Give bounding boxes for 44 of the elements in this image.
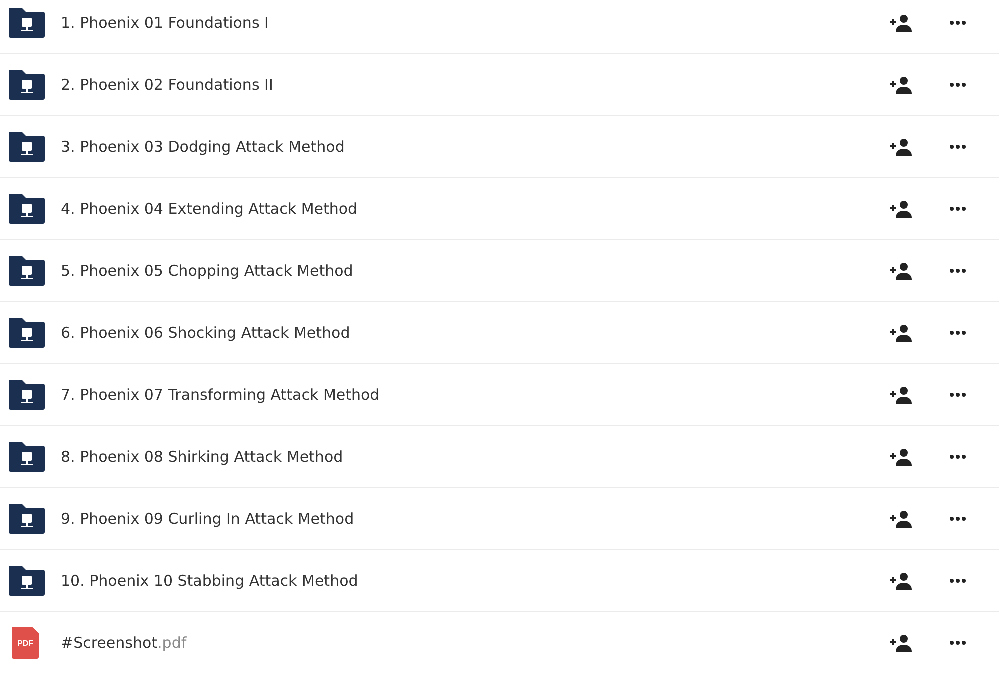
file-name[interactable]: 6. Phoenix 06 Shocking Attack Method <box>61 324 886 342</box>
file-name[interactable]: 2. Phoenix 02 Foundations II <box>61 76 886 94</box>
more-icon <box>950 578 966 582</box>
more-icon <box>950 82 966 86</box>
add-person-icon <box>890 510 912 528</box>
add-person-icon <box>890 572 912 590</box>
more-icon <box>950 516 966 520</box>
file-name[interactable]: 7. Phoenix 07 Transforming Attack Method <box>61 386 886 404</box>
network-folder-icon <box>9 70 45 100</box>
add-person-icon <box>890 324 912 342</box>
network-folder-icon <box>9 318 45 348</box>
file-name[interactable]: 1. Phoenix 01 Foundations I <box>61 14 886 32</box>
more-icon <box>950 144 966 148</box>
more-icon <box>950 392 966 396</box>
file-name[interactable]: 10. Phoenix 10 Stabbing Attack Method <box>61 572 886 590</box>
network-folder-icon <box>9 8 45 38</box>
network-folder-icon <box>9 504 45 534</box>
add-person-icon <box>890 634 912 652</box>
add-person-icon <box>890 448 912 466</box>
file-name[interactable]: 3. Phoenix 03 Dodging Attack Method <box>61 138 886 156</box>
add-person-icon <box>890 14 912 32</box>
network-folder-icon <box>9 256 45 286</box>
file-name[interactable]: #Screenshot.pdf <box>61 634 886 652</box>
network-folder-icon <box>9 132 45 162</box>
network-folder-icon <box>9 442 45 472</box>
file-name[interactable]: 9. Phoenix 09 Curling In Attack Method <box>61 510 886 528</box>
file-name[interactable]: 5. Phoenix 05 Chopping Attack Method <box>61 262 886 280</box>
more-icon <box>950 206 966 210</box>
add-person-icon <box>890 138 912 156</box>
more-icon <box>950 641 966 645</box>
add-person-icon <box>890 262 912 280</box>
network-folder-icon <box>9 380 45 410</box>
file-name[interactable]: 4. Phoenix 04 Extending Attack Method <box>61 200 886 218</box>
add-person-icon <box>890 76 912 94</box>
more-icon <box>950 268 966 272</box>
file-name[interactable]: 8. Phoenix 08 Shirking Attack Method <box>61 448 886 466</box>
pdf-file-icon: PDF <box>12 627 39 659</box>
network-folder-icon <box>9 194 45 224</box>
more-icon <box>950 454 966 458</box>
more-icon <box>950 20 966 24</box>
network-folder-icon <box>9 566 45 596</box>
add-person-icon <box>890 386 912 404</box>
add-person-icon <box>890 200 912 218</box>
more-icon <box>950 330 966 334</box>
